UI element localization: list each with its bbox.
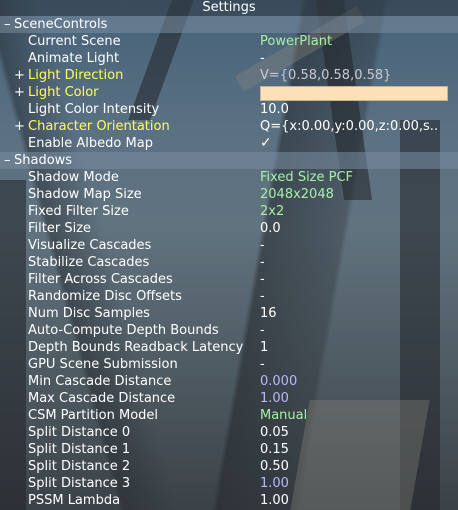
settings-panel: Settings – SceneControls Current Scene Pow… — [0, 0, 458, 510]
section-title: Shadows — [14, 153, 73, 168]
setting-label: GPU Scene Submission — [28, 357, 178, 372]
collapse-icon[interactable]: – — [4, 152, 14, 169]
expand-icon[interactable]: + — [14, 84, 25, 101]
expand-icon[interactable]: + — [14, 118, 25, 135]
setting-value[interactable]: 1.00 — [260, 492, 289, 509]
setting-row-max-cascade-distance[interactable]: Max Cascade Distance 1.00 — [0, 390, 458, 407]
setting-row-pssm-lambda[interactable]: PSSM Lambda 1.00 — [0, 492, 458, 509]
setting-label: Shadow Mode — [28, 170, 119, 185]
setting-row-visualize-cascades[interactable]: Visualize Cascades - — [0, 237, 458, 254]
setting-value[interactable]: 2x2 — [260, 203, 284, 220]
setting-label: Num Disc Samples — [28, 306, 150, 321]
section-scene-controls[interactable]: – SceneControls — [0, 16, 458, 33]
setting-row-min-cascade-distance[interactable]: Min Cascade Distance 0.000 — [0, 373, 458, 390]
setting-label: Filter Across Cascades — [28, 272, 173, 287]
setting-label: PSSM Lambda — [28, 493, 121, 508]
setting-value[interactable]: 1 — [260, 339, 268, 356]
setting-row-split-distance-2[interactable]: Split Distance 2 0.50 — [0, 458, 458, 475]
setting-value[interactable]: - — [260, 237, 265, 254]
setting-row-current-scene[interactable]: Current Scene PowerPlant — [0, 33, 458, 50]
setting-value[interactable]: Q={x:0.00,y:0.00,z:0.00,s.. — [260, 118, 450, 135]
color-swatch[interactable] — [260, 86, 448, 101]
setting-label: Fixed Filter Size — [28, 204, 129, 219]
expand-icon[interactable]: + — [14, 67, 25, 84]
setting-row-light-color[interactable]: + Light Color — [0, 84, 458, 101]
setting-label: Max Cascade Distance — [28, 391, 176, 406]
setting-value[interactable]: V={0.58,0.58,0.58} — [260, 67, 450, 84]
setting-label: Light Color — [28, 85, 99, 100]
setting-label: Filter Size — [28, 221, 92, 236]
setting-label: Visualize Cascades — [28, 238, 152, 253]
setting-value[interactable]: 0.000 — [260, 373, 297, 390]
section-shadows[interactable]: – Shadows — [0, 152, 458, 169]
collapse-icon[interactable]: – — [4, 16, 14, 33]
setting-value[interactable]: 10.0 — [260, 101, 289, 118]
setting-row-split-distance-1[interactable]: Split Distance 1 0.15 — [0, 441, 458, 458]
setting-label: Stabilize Cascades — [28, 255, 150, 270]
setting-row-shadow-mode[interactable]: Shadow Mode Fixed Size PCF — [0, 169, 458, 186]
setting-value[interactable]: 2048x2048 — [260, 186, 334, 203]
setting-label: Min Cascade Distance — [28, 374, 172, 389]
setting-row-fixed-filter-size[interactable]: Fixed Filter Size 2x2 — [0, 203, 458, 220]
setting-value[interactable]: Manual — [260, 407, 307, 424]
setting-value[interactable]: 0.50 — [260, 458, 289, 475]
setting-value[interactable]: - — [260, 271, 265, 288]
setting-row-light-color-intensity[interactable]: Light Color Intensity 10.0 — [0, 101, 458, 118]
setting-value[interactable]: 0.05 — [260, 424, 289, 441]
setting-row-split-distance-3[interactable]: Split Distance 3 1.00 — [0, 475, 458, 492]
setting-value[interactable]: Fixed Size PCF — [260, 169, 353, 186]
setting-label: Depth Bounds Readback Latency — [28, 340, 244, 355]
setting-label: Current Scene — [28, 34, 121, 49]
setting-row-depth-bounds-readback-latency[interactable]: Depth Bounds Readback Latency 1 — [0, 339, 458, 356]
setting-row-stabilize-cascades[interactable]: Stabilize Cascades - — [0, 254, 458, 271]
setting-label: Shadow Map Size — [28, 187, 142, 202]
setting-value[interactable]: PowerPlant — [260, 33, 332, 50]
setting-row-filter-size[interactable]: Filter Size 0.0 — [0, 220, 458, 237]
setting-value[interactable]: 1.00 — [260, 390, 289, 407]
setting-label: Light Direction — [28, 68, 124, 83]
setting-label: Split Distance 1 — [28, 442, 131, 457]
setting-row-character-orientation[interactable]: + Character Orientation Q={x:0.00,y:0.00,z… — [0, 118, 458, 135]
setting-value[interactable]: 0.15 — [260, 441, 289, 458]
setting-row-filter-across-cascades[interactable]: Filter Across Cascades - — [0, 271, 458, 288]
setting-row-num-disc-samples[interactable]: Num Disc Samples 16 — [0, 305, 458, 322]
setting-label: Split Distance 3 — [28, 476, 131, 491]
setting-row-csm-partition-model[interactable]: CSM Partition Model Manual — [0, 407, 458, 424]
setting-value[interactable]: - — [260, 356, 265, 373]
shadows-list: Shadow Mode Fixed Size PCF Shadow Map Size… — [0, 169, 458, 509]
setting-label: Light Color Intensity — [28, 102, 160, 117]
setting-row-auto-compute-depth-bounds[interactable]: Auto-Compute Depth Bounds - — [0, 322, 458, 339]
setting-label: Split Distance 0 — [28, 425, 131, 440]
scene-controls-list: Current Scene PowerPlant Animate Light - + Li… — [0, 33, 458, 152]
panel-title[interactable]: Settings — [0, 0, 458, 16]
setting-row-light-direction[interactable]: + Light Direction V={0.58,0.58,0.58} — [0, 67, 458, 84]
section-title: SceneControls — [14, 17, 108, 32]
setting-value[interactable]: 16 — [260, 305, 277, 322]
setting-label: Enable Albedo Map — [28, 136, 153, 151]
setting-label: CSM Partition Model — [28, 408, 159, 423]
setting-row-randomize-disc-offsets[interactable]: Randomize Disc Offsets - — [0, 288, 458, 305]
setting-value[interactable]: - — [260, 50, 265, 67]
setting-value[interactable]: 0.0 — [260, 220, 281, 237]
setting-row-animate-light[interactable]: Animate Light - — [0, 50, 458, 67]
setting-value[interactable]: - — [260, 322, 265, 339]
setting-row-enable-albedo-map[interactable]: Enable Albedo Map ✓ — [0, 135, 458, 152]
setting-row-shadow-map-size[interactable]: Shadow Map Size 2048x2048 — [0, 186, 458, 203]
setting-row-gpu-scene-submission[interactable]: GPU Scene Submission - — [0, 356, 458, 373]
setting-value[interactable]: - — [260, 288, 265, 305]
setting-label: Character Orientation — [28, 119, 170, 134]
setting-label: Auto-Compute Depth Bounds — [28, 323, 219, 338]
setting-label: Randomize Disc Offsets — [28, 289, 182, 304]
setting-label: Animate Light — [28, 51, 120, 66]
setting-value[interactable]: - — [260, 254, 265, 271]
checkmark-icon[interactable]: ✓ — [260, 135, 272, 152]
setting-label: Split Distance 2 — [28, 459, 131, 474]
setting-row-split-distance-0[interactable]: Split Distance 0 0.05 — [0, 424, 458, 441]
setting-value[interactable]: 1.00 — [260, 475, 289, 492]
